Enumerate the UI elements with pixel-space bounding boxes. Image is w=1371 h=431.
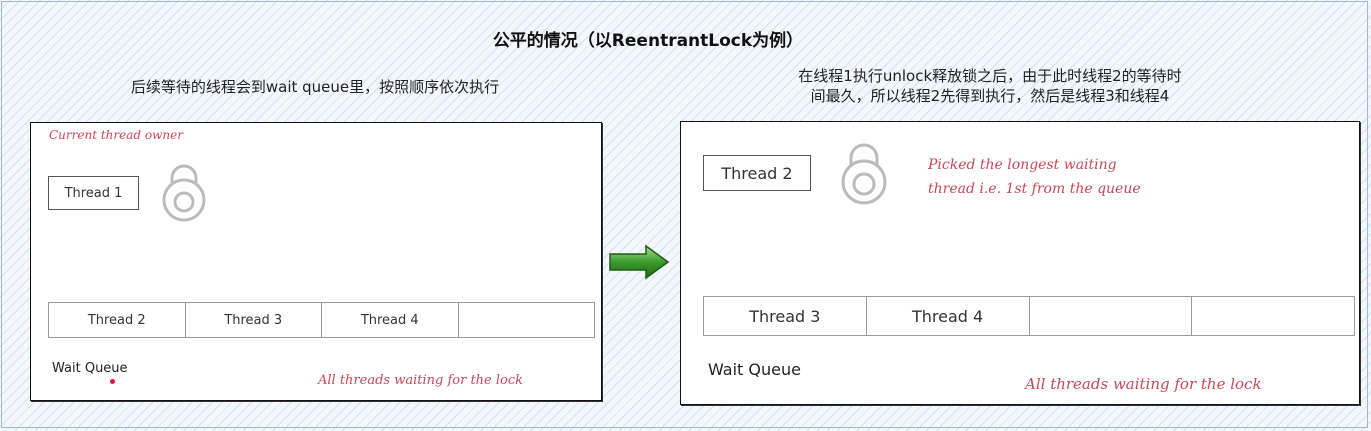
wait-queue-label: Wait Queue bbox=[708, 360, 801, 379]
owner-thread-box: Thread 1 bbox=[48, 176, 139, 210]
owner-thread-box: Thread 2 bbox=[703, 155, 811, 191]
queue-slot-label: Thread 2 bbox=[87, 312, 146, 328]
queue-slot: Thread 4 bbox=[867, 297, 1030, 335]
queue-slot bbox=[459, 303, 595, 337]
queue-slot bbox=[1192, 297, 1354, 335]
queue-note: All threads waiting for the lock bbox=[1025, 375, 1262, 393]
left-caption: 后续等待的线程会到wait queue里，按照顺序依次执行 bbox=[80, 77, 550, 97]
queue-slot-label: Thread 3 bbox=[224, 312, 283, 328]
pick-note: Picked the longest waiting thread i.e. 1… bbox=[928, 153, 1141, 201]
right-caption-line1: 在线程1执行unlock释放锁之后，由于此时线程2的等待时 bbox=[798, 67, 1182, 85]
pick-note-line2: thread i.e. 1st from the queue bbox=[928, 181, 1141, 197]
right-arrow-icon bbox=[609, 244, 670, 280]
right-panel: Thread 2 Picked the longest waiting thre… bbox=[680, 121, 1360, 405]
queue-slot-label: Thread 3 bbox=[749, 306, 821, 326]
queue-slot: Thread 3 bbox=[704, 297, 867, 335]
queue-slot: Thread 4 bbox=[322, 303, 459, 337]
right-caption-line2: 间最久，所以线程2先得到执行，然后是线程3和线程4 bbox=[810, 87, 1170, 105]
owner-note: Current thread owner bbox=[49, 128, 183, 142]
wait-queue: Thread 2 Thread 3 Thread 4 bbox=[48, 302, 595, 338]
left-caption-text: 后续等待的线程会到wait queue里，按照顺序依次执行 bbox=[130, 78, 500, 96]
left-panel: Current thread owner Thread 1 Thread 2 T… bbox=[30, 122, 602, 401]
queue-slot bbox=[1030, 297, 1193, 335]
owner-thread-label: Thread 1 bbox=[64, 185, 123, 201]
marker-dot bbox=[110, 379, 115, 384]
queue-slot: Thread 3 bbox=[186, 303, 322, 337]
queue-slot: Thread 2 bbox=[49, 303, 186, 337]
wait-queue: Thread 3 Thread 4 bbox=[703, 296, 1355, 336]
queue-note: All threads waiting for the lock bbox=[318, 373, 524, 388]
owner-thread-label: Thread 2 bbox=[721, 163, 793, 183]
lock-icon bbox=[841, 143, 887, 205]
queue-slot-label: Thread 4 bbox=[360, 312, 419, 328]
lock-icon bbox=[162, 164, 206, 222]
queue-slot-label: Thread 4 bbox=[912, 306, 984, 326]
pick-note-line1: Picked the longest waiting bbox=[928, 157, 1117, 173]
right-caption: 在线程1执行unlock释放锁之后，由于此时线程2的等待时 间最久，所以线程2先… bbox=[740, 66, 1240, 106]
wait-queue-label: Wait Queue bbox=[52, 361, 128, 376]
diagram-title: 公平的情况（以ReentrantLock为例） bbox=[492, 31, 804, 51]
